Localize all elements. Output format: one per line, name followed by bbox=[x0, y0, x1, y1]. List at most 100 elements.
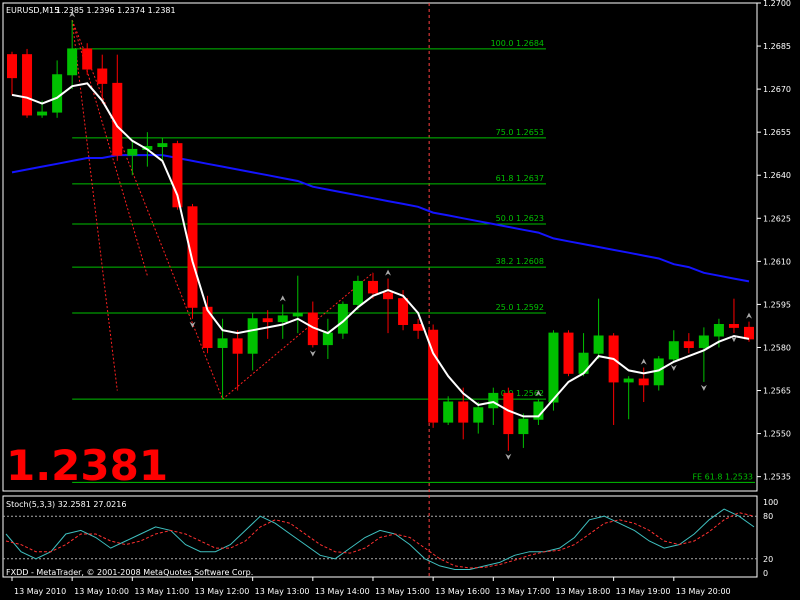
fractal-up-icon bbox=[746, 312, 752, 319]
candle-body bbox=[473, 407, 484, 423]
candle-body bbox=[728, 324, 739, 328]
fibonacci-levels: 100.0 1.2684 75.0 1.2653 61.8 1.2637 50.0 1… bbox=[72, 39, 755, 483]
candlesticks bbox=[7, 20, 754, 451]
candle-body bbox=[157, 143, 168, 148]
time-tick-label: 13 May 14:00 bbox=[315, 587, 370, 596]
candle[interactable] bbox=[67, 20, 78, 90]
fib-level-label: 75.0 1.2653 bbox=[496, 128, 544, 137]
candle[interactable] bbox=[668, 330, 679, 362]
candle-body bbox=[443, 401, 454, 423]
candle[interactable] bbox=[127, 140, 138, 176]
candle[interactable] bbox=[518, 413, 529, 448]
main-chart-frame bbox=[2, 2, 758, 492]
candle[interactable] bbox=[7, 51, 17, 95]
candle[interactable] bbox=[52, 60, 63, 118]
candle[interactable] bbox=[277, 304, 288, 339]
candle[interactable] bbox=[503, 387, 514, 451]
fractal-down-icon bbox=[309, 350, 316, 357]
candle-body bbox=[413, 324, 424, 331]
time-tick-label: 13 May 19:00 bbox=[616, 587, 671, 596]
time-tick-label: 13 May 11:00 bbox=[134, 587, 189, 596]
time-tick-label: 13 May 18:00 bbox=[555, 587, 610, 596]
candle[interactable] bbox=[112, 54, 123, 161]
candle-body bbox=[22, 54, 33, 116]
candle[interactable] bbox=[728, 298, 739, 334]
time-tick-label: 13 May 13:00 bbox=[255, 587, 310, 596]
candle-body bbox=[352, 280, 363, 305]
time-tick-label: 13 May 10:00 bbox=[74, 587, 129, 596]
fib-level-label: 100.0 1.2684 bbox=[491, 39, 544, 48]
candle-body bbox=[82, 48, 93, 70]
candle-body bbox=[277, 315, 288, 323]
candle[interactable] bbox=[698, 327, 709, 382]
time-axis: 13 May 2010 13 May 10:00 13 May 11:00 13 Ma… bbox=[11, 577, 731, 596]
candle[interactable] bbox=[262, 310, 273, 339]
chart-ohlc-label: 1.2385 1.2396 1.2374 1.2381 bbox=[56, 6, 176, 15]
price-tick-label: 1.2550 bbox=[763, 430, 791, 439]
time-tick-label: 13 May 16:00 bbox=[435, 587, 490, 596]
candle-body bbox=[367, 280, 378, 294]
candle-body bbox=[217, 338, 228, 348]
price-tick-label: 1.2670 bbox=[763, 85, 791, 94]
candle-body bbox=[744, 326, 754, 340]
stoch-axis-label: 0 bbox=[763, 569, 768, 578]
stochastic-indicator: 100 80 20 0 bbox=[3, 498, 778, 578]
candle[interactable] bbox=[337, 301, 348, 339]
candle[interactable] bbox=[443, 396, 454, 425]
stoch-axis-label: 20 bbox=[763, 555, 773, 564]
current-price-display: 1.2381 bbox=[6, 441, 168, 490]
chart-window[interactable]: 1.2700 1.2685 1.2670 1.2655 1.2640 1.2625 1.26… bbox=[0, 0, 800, 600]
candle[interactable] bbox=[488, 387, 499, 425]
candle-body bbox=[37, 111, 48, 116]
chart-symbol-label: EURUSD,M15 bbox=[6, 6, 59, 15]
stoch-main-line bbox=[5, 508, 755, 570]
candle-body bbox=[247, 318, 258, 354]
trend-line-segment[interactable] bbox=[71, 20, 118, 391]
candle[interactable] bbox=[428, 324, 439, 428]
stoch-indicator-label: Stoch(5,3,3) 32.2581 27.0216 bbox=[6, 500, 126, 509]
candle-body bbox=[458, 401, 469, 423]
price-tick-label: 1.2625 bbox=[763, 214, 791, 223]
time-tick-label: 13 May 2010 bbox=[14, 587, 66, 596]
candle-body bbox=[503, 392, 514, 435]
trend-line-segment[interactable] bbox=[71, 20, 224, 400]
fib-expansion-label: FE 61.8 1.2533 bbox=[692, 472, 753, 481]
candle[interactable] bbox=[22, 48, 33, 118]
candle-body bbox=[127, 148, 138, 156]
candle[interactable] bbox=[82, 43, 93, 75]
candle-body bbox=[398, 298, 409, 326]
candle-body bbox=[67, 48, 78, 76]
stoch-signal-line bbox=[5, 512, 755, 569]
candle-body bbox=[488, 392, 499, 409]
candle[interactable] bbox=[623, 376, 634, 420]
time-tick-label: 13 May 12:00 bbox=[194, 587, 249, 596]
candle[interactable] bbox=[383, 278, 394, 334]
candle-body bbox=[232, 338, 243, 354]
time-tick-label: 13 May 17:00 bbox=[495, 587, 550, 596]
fib-level-label: 50.0 1.2623 bbox=[496, 214, 544, 223]
candle[interactable] bbox=[247, 313, 258, 371]
candle[interactable] bbox=[232, 330, 243, 391]
candle[interactable] bbox=[593, 298, 604, 359]
fractal-down-icon bbox=[670, 364, 677, 371]
candle-body bbox=[683, 341, 694, 348]
candle[interactable] bbox=[653, 356, 664, 391]
slow-moving-average-line bbox=[11, 154, 750, 283]
candle[interactable] bbox=[608, 333, 619, 425]
candle[interactable] bbox=[322, 318, 333, 359]
price-tick-label: 1.2535 bbox=[763, 473, 791, 482]
price-tick-label: 1.2655 bbox=[763, 128, 791, 137]
candle[interactable] bbox=[563, 330, 574, 377]
candle-body bbox=[322, 332, 333, 346]
time-tick-label: 13 May 20:00 bbox=[676, 587, 731, 596]
price-tick-label: 1.2700 bbox=[763, 0, 791, 8]
fractal-up-icon bbox=[279, 295, 286, 302]
price-tick-label: 1.2580 bbox=[763, 343, 791, 352]
candle[interactable] bbox=[683, 333, 694, 354]
price-tick-label: 1.2685 bbox=[763, 42, 791, 51]
candle[interactable] bbox=[202, 295, 213, 354]
price-tick-label: 1.2565 bbox=[763, 387, 791, 396]
candle[interactable] bbox=[292, 275, 303, 334]
candle[interactable] bbox=[473, 402, 484, 434]
candle-body bbox=[52, 74, 63, 113]
